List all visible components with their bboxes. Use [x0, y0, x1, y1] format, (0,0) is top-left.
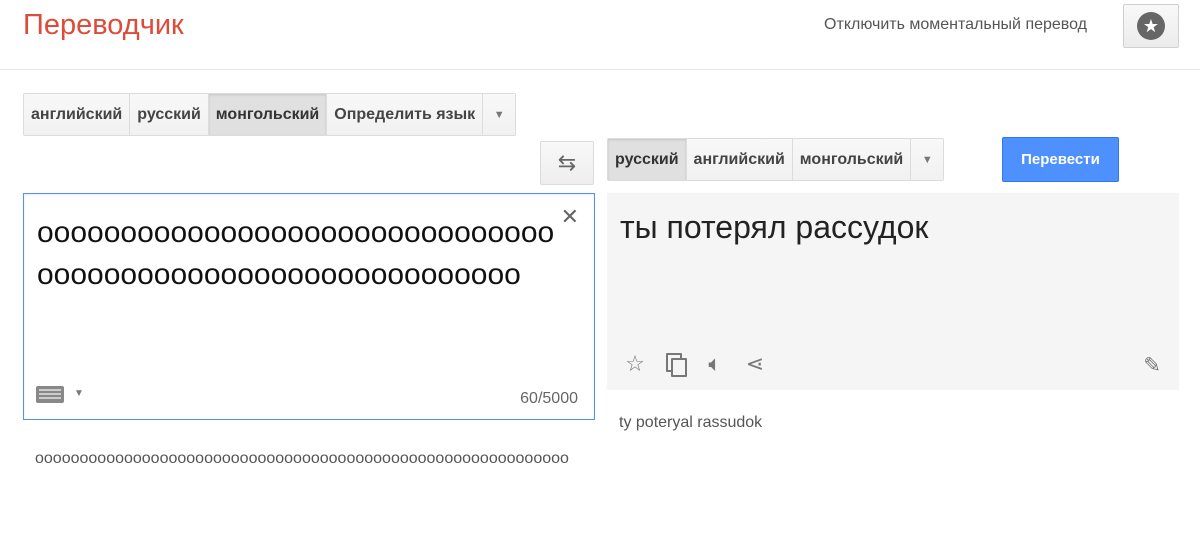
- phrasebook-button[interactable]: ★: [1123, 4, 1179, 48]
- chevron-down-icon[interactable]: ▼: [74, 388, 84, 399]
- instant-translation-toggle[interactable]: Отключить моментальный перевод: [824, 16, 1087, 34]
- translate-button[interactable]: Перевести: [1002, 137, 1119, 182]
- share-icon[interactable]: ⋖: [742, 351, 768, 377]
- chevron-down-icon: ▼: [921, 153, 933, 166]
- source-lang-detect[interactable]: Определить язык: [327, 94, 484, 135]
- chevron-down-icon: ▼: [493, 108, 505, 121]
- source-lang-dropdown[interactable]: ▼: [483, 94, 516, 135]
- source-transliteration: оооооооооооооооооооооооооооооооооооооооо…: [35, 450, 569, 467]
- swap-languages-button[interactable]: ⇆: [540, 141, 594, 185]
- result-toolbar: ☆ 🔈︎ ⋖: [622, 351, 768, 377]
- target-lang-mongolian[interactable]: монгольский: [792, 139, 912, 180]
- target-lang-english[interactable]: английский: [686, 139, 793, 180]
- character-count: 60/5000: [520, 390, 578, 407]
- star-icon: ★: [1137, 12, 1165, 40]
- copy-icon[interactable]: [662, 351, 688, 377]
- source-language-bar: английский русский монгольский Определит…: [23, 93, 517, 136]
- source-lang-mongolian[interactable]: монгольский: [208, 94, 328, 135]
- source-lang-english[interactable]: английский: [24, 94, 131, 135]
- close-icon[interactable]: ✕: [561, 204, 579, 230]
- source-text-area[interactable]: оооооооооооооооооооооооооооооооооооооооо…: [23, 193, 595, 420]
- keyboard-icon[interactable]: [36, 386, 64, 403]
- app-title[interactable]: Переводчик: [23, 9, 184, 42]
- translation-text[interactable]: ты потерял рассудок: [620, 209, 928, 246]
- translation-transliteration: ty poteryal rassudok: [619, 414, 763, 431]
- header-bar: Переводчик Отключить моментальный перево…: [0, 0, 1200, 70]
- translation-result-area: ты потерял рассудок ☆ 🔈︎ ⋖ ✎: [607, 193, 1179, 390]
- speaker-icon[interactable]: 🔈︎: [702, 351, 728, 377]
- target-language-bar: русский английский монгольский ▼: [607, 138, 945, 181]
- target-lang-russian[interactable]: русский: [608, 139, 687, 180]
- source-text[interactable]: оооооооооооооооооооооооооооооооооооооооо…: [37, 212, 557, 296]
- pencil-icon[interactable]: ✎: [1143, 353, 1161, 378]
- swap-arrows-icon: ⇆: [557, 150, 577, 175]
- target-lang-dropdown[interactable]: ▼: [911, 139, 944, 180]
- source-lang-russian[interactable]: русский: [130, 94, 209, 135]
- star-icon[interactable]: ☆: [622, 351, 648, 377]
